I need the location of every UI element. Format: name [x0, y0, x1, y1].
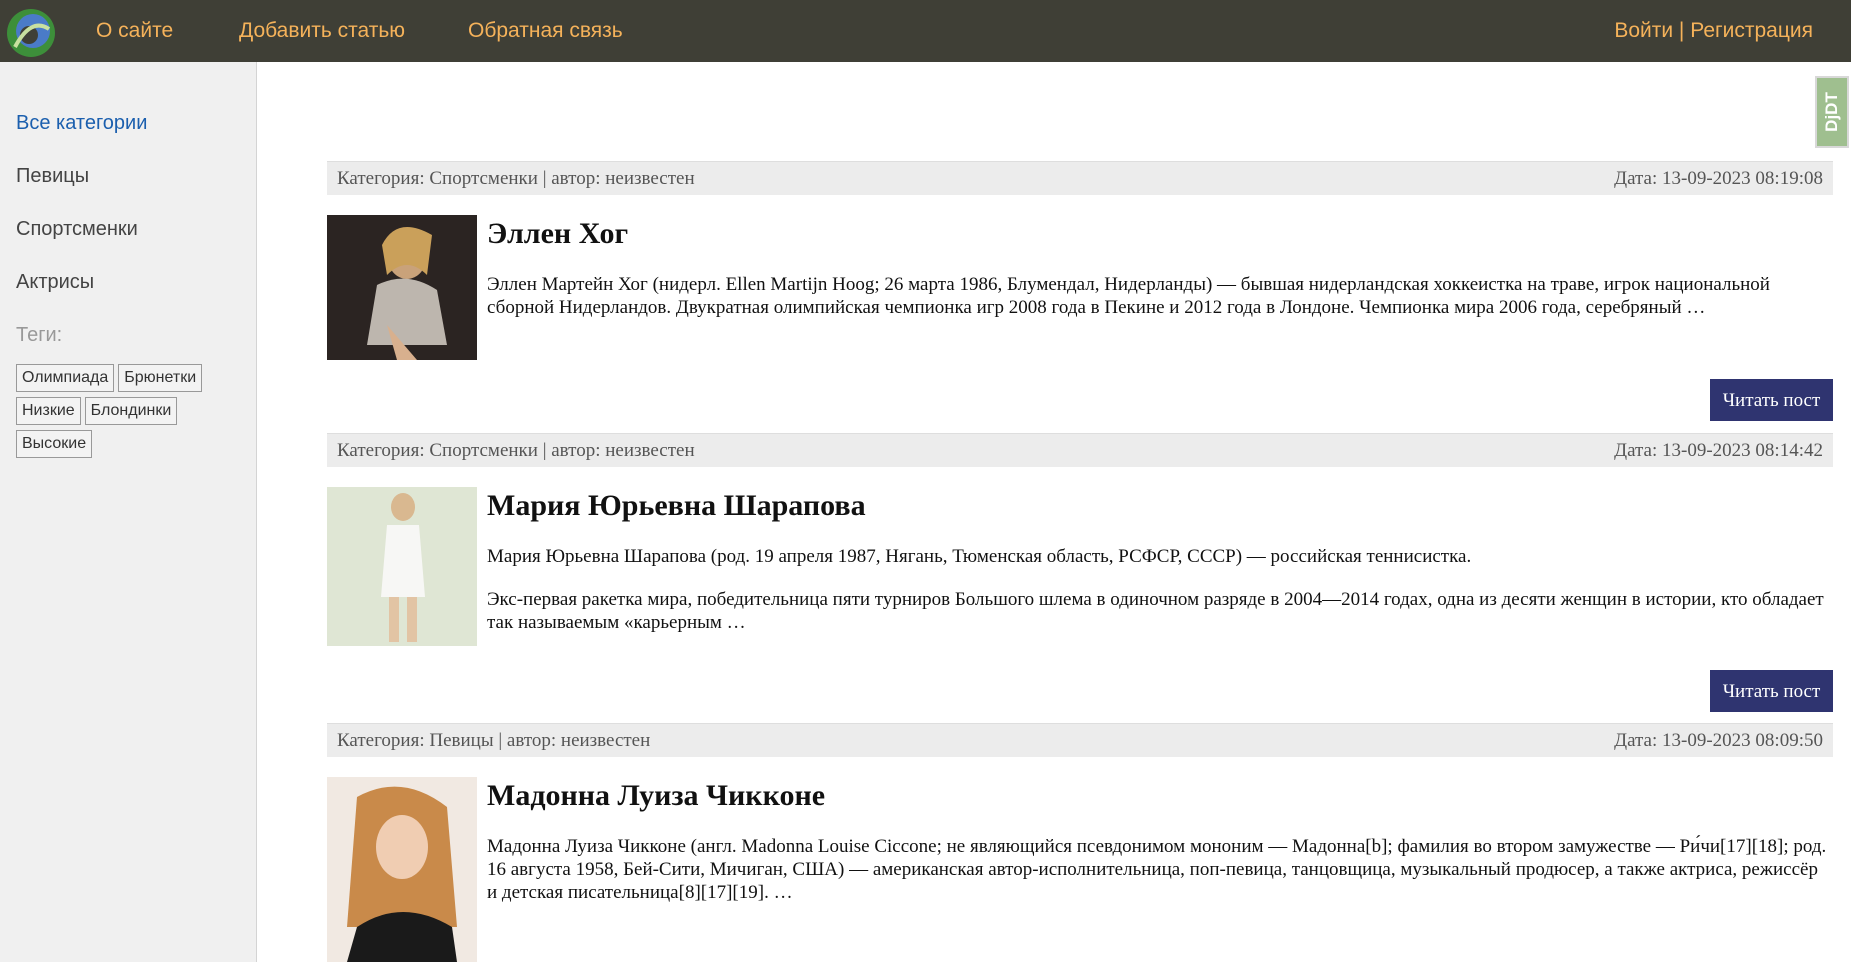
auth-separator: |	[1678, 19, 1685, 42]
post-category-author: Категория: Певицы | автор: неизвестен	[337, 730, 651, 751]
post-card: Категория: Спортсменки | автор: неизвест…	[327, 433, 1833, 723]
login-link[interactable]: Войти	[1614, 19, 1673, 42]
post-date: Дата: 13-09-2023 08:19:08	[1614, 168, 1823, 189]
top-navbar: О сайте Добавить статью Обратная связь В…	[0, 0, 1851, 62]
sidebar-item-singers[interactable]: Певицы	[16, 165, 89, 188]
post-excerpt-paragraph: Мадонна Луиза Чикконе (англ. Madonna Lou…	[487, 836, 1827, 903]
debug-toolbar-label: DjDT	[1822, 92, 1842, 132]
tag-brunettes[interactable]: Брюнетки	[118, 364, 203, 392]
sidebar-item-all-categories[interactable]: Все категории	[16, 112, 147, 135]
register-link[interactable]: Регистрация	[1690, 19, 1813, 42]
post-card: Категория: Певицы | автор: неизвестен Да…	[327, 723, 1833, 962]
post-date: Дата: 13-09-2023 08:09:50	[1614, 730, 1823, 751]
post-excerpt: Мария Юрьевна Шарапова (род. 19 апреля 1…	[487, 545, 1832, 654]
post-thumbnail-image	[327, 777, 477, 962]
sidebar: Все категории Певицы Спортсменки Актрисы…	[0, 62, 257, 962]
read-post-button[interactable]: Читать пост	[1710, 379, 1833, 421]
post-date: Дата: 13-09-2023 08:14:42	[1614, 440, 1823, 461]
tag-olympics[interactable]: Олимпиада	[16, 364, 115, 392]
post-category-author: Категория: Спортсменки | автор: неизвест…	[337, 440, 695, 461]
post-meta-bar: Категория: Спортсменки | автор: неизвест…	[327, 433, 1833, 467]
post-meta-bar: Категория: Певицы | автор: неизвестен Да…	[327, 723, 1833, 757]
post-title[interactable]: Эллен Хог	[487, 217, 628, 251]
post-excerpt-paragraph: Мария Юрьевна Шарапова (род. 19 апреля 1…	[487, 546, 1472, 567]
debug-toolbar-toggle[interactable]: DjDT	[1815, 76, 1849, 148]
nav-about-link[interactable]: О сайте	[96, 0, 173, 62]
tag-list: Олимпиада Брюнетки Низкие Блондинки Высоки…	[16, 364, 216, 463]
tag-tall[interactable]: Высокие	[16, 430, 93, 458]
site-logo-icon[interactable]	[5, 7, 57, 59]
post-title[interactable]: Мария Юрьевна Шарапова	[487, 489, 866, 523]
post-title[interactable]: Мадонна Луиза Чикконе	[487, 779, 825, 813]
post-excerpt: Мадонна Луиза Чикконе (англ. Madonna Lou…	[487, 835, 1832, 924]
tag-blondes[interactable]: Блондинки	[84, 397, 178, 425]
post-excerpt-paragraph: Экс-первая ракетка мира, победительница …	[487, 589, 1824, 633]
sidebar-item-sportswomen[interactable]: Спортсменки	[16, 218, 138, 241]
tag-short[interactable]: Низкие	[16, 397, 81, 425]
read-post-button[interactable]: Читать пост	[1710, 670, 1833, 712]
post-excerpt-paragraph: Эллен Мартейн Хог (нидерл. Ellen Martijn…	[487, 274, 1770, 318]
post-thumbnail-image	[327, 487, 477, 646]
auth-links: Войти | Регистрация	[1614, 0, 1813, 62]
post-thumbnail-image	[327, 215, 477, 360]
post-meta-bar: Категория: Спортсменки | автор: неизвест…	[327, 161, 1833, 195]
sidebar-item-actresses[interactable]: Актрисы	[16, 271, 94, 294]
post-card: Категория: Спортсменки | автор: неизвест…	[327, 161, 1833, 423]
tags-heading: Теги:	[16, 324, 63, 346]
nav-add-article-link[interactable]: Добавить статью	[239, 0, 405, 62]
post-category-author: Категория: Спортсменки | автор: неизвест…	[337, 168, 695, 189]
nav-feedback-link[interactable]: Обратная связь	[468, 0, 623, 62]
post-excerpt: Эллен Мартейн Хог (нидерл. Ellen Martijn…	[487, 273, 1832, 339]
